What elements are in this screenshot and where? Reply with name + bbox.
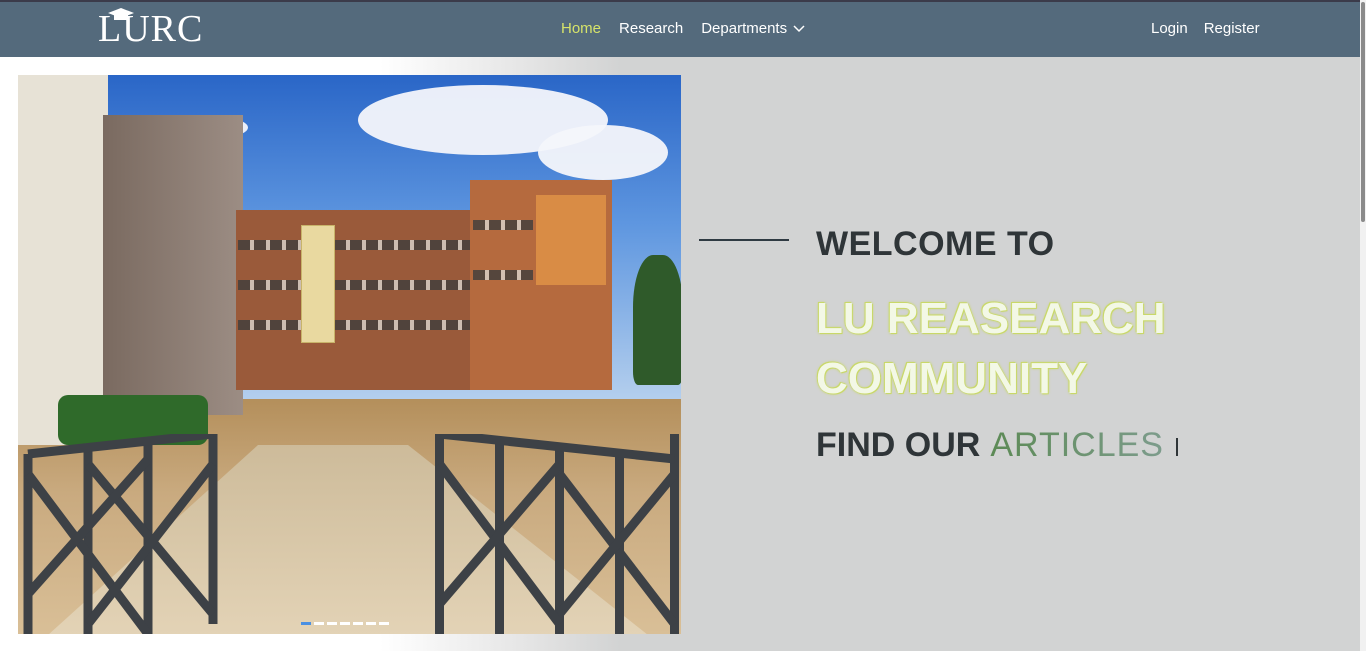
carousel-indicator[interactable]: [340, 622, 350, 625]
graduation-cap-icon: [108, 8, 134, 20]
hero-title: LU REASEARCH COMMUNITY: [816, 294, 1166, 403]
find-prefix: FIND OUR: [816, 426, 981, 464]
auth-nav: Login Register: [1151, 20, 1260, 38]
typing-cursor: [1175, 438, 1178, 456]
tree: [633, 255, 681, 385]
nav-research[interactable]: Research: [619, 20, 683, 38]
image-carousel[interactable]: [18, 75, 681, 634]
login-link[interactable]: Login: [1151, 20, 1188, 38]
nav-departments[interactable]: Departments: [701, 20, 787, 38]
main-nav: Home Research Departments: [561, 20, 805, 38]
left-building-2: [103, 115, 243, 415]
main-building: [236, 210, 476, 390]
chevron-down-icon: [793, 25, 805, 33]
typed-word: ARTICLES: [990, 426, 1164, 464]
decorative-line: [699, 239, 789, 241]
cloud: [538, 125, 668, 180]
carousel-indicator[interactable]: [353, 622, 363, 625]
nav-departments-dropdown[interactable]: Departments: [701, 20, 805, 38]
nav-home[interactable]: Home: [561, 20, 601, 38]
banner: [301, 225, 335, 343]
hero-section: WELCOME TO LU REASEARCH COMMUNITY FIND O…: [0, 57, 1360, 651]
brand-logo[interactable]: LURC: [98, 8, 203, 48]
carousel-indicator[interactable]: [327, 622, 337, 625]
scrollbar[interactable]: [1360, 0, 1366, 651]
carousel-indicator[interactable]: [366, 622, 376, 625]
carousel-indicator[interactable]: [379, 622, 389, 625]
left-building: [18, 75, 108, 445]
right-building-panel: [536, 195, 606, 285]
window-row: [473, 270, 533, 280]
window-row: [238, 240, 474, 250]
find-articles-line: FIND OUR ARTICLES: [816, 426, 1178, 465]
window-row: [238, 320, 474, 330]
register-link[interactable]: Register: [1204, 20, 1260, 38]
gate-left: [23, 434, 218, 634]
window-row: [238, 280, 474, 290]
welcome-heading: WELCOME TO: [816, 225, 1055, 263]
carousel-indicators: [301, 622, 389, 625]
gate-right: [435, 434, 679, 634]
carousel-indicator[interactable]: [314, 622, 324, 625]
carousel-indicator[interactable]: [301, 622, 311, 625]
window-row: [473, 220, 533, 230]
scrollbar-thumb[interactable]: [1361, 2, 1365, 222]
navbar: LURC Home Research Departments Login Reg…: [0, 2, 1360, 57]
